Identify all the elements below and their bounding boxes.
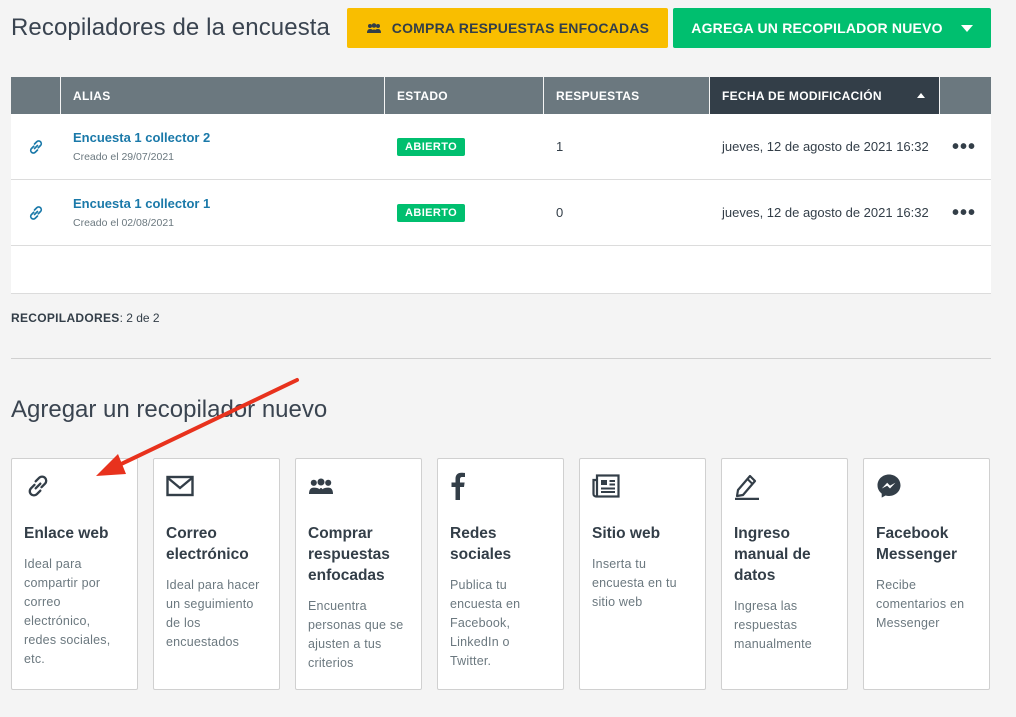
add-button-label: AGREGA UN RECOPILADOR NUEVO xyxy=(691,20,943,36)
card-description: Inserta tu encuesta en tu sitio web xyxy=(592,557,677,609)
collector-alias-link[interactable]: Encuesta 1 collector 1 xyxy=(73,196,210,211)
add-collector-button[interactable]: AGREGA UN RECOPILADOR NUEVO xyxy=(673,8,991,48)
page-header: Recopiladores de la encuesta COMPRA RESP… xyxy=(11,8,991,48)
sort-ascending-icon xyxy=(917,93,925,98)
column-header-actions xyxy=(940,77,991,114)
response-count: 0 xyxy=(556,205,564,220)
table-row[interactable]: Encuesta 1 collector 1 Creado el 02/08/20… xyxy=(11,180,991,246)
card-title: Redes sociales xyxy=(450,525,512,563)
card-description: Recibe comentarios en Messenger xyxy=(876,578,965,630)
status-badge: ABIERTO xyxy=(397,203,466,222)
status-badge: ABIERTO xyxy=(397,137,466,156)
column-header-modified-label: FECHA DE MODIFICACIÓN xyxy=(722,88,882,103)
pencil-icon xyxy=(734,471,835,501)
people-icon xyxy=(308,471,409,501)
card-description: Ideal para hacer un seguimiento de los e… xyxy=(166,578,260,649)
more-options-icon[interactable]: ••• xyxy=(952,137,976,157)
divider xyxy=(11,358,991,359)
card-title: Facebook Messenger xyxy=(876,525,957,563)
column-header-alias[interactable]: ALIAS xyxy=(61,77,385,114)
buy-targeted-responses-button[interactable]: COMPRA RESPUESTAS ENFOCADAS xyxy=(347,8,668,48)
collector-count: RECOPILADORES: 2 de 2 xyxy=(11,311,160,325)
messenger-icon xyxy=(876,471,977,501)
envelope-icon xyxy=(166,471,267,501)
collector-created-date: Creado el 02/08/2021 xyxy=(73,217,174,229)
card-title: Enlace web xyxy=(24,525,109,542)
column-header-responses[interactable]: RESPUESTAS xyxy=(544,77,710,114)
card-website[interactable]: Sitio web Inserta tu encuesta en tu siti… xyxy=(579,458,706,690)
response-count: 1 xyxy=(556,139,564,154)
page-title: Recopiladores de la encuesta xyxy=(11,14,331,41)
column-header-modified[interactable]: FECHA DE MODIFICACIÓN xyxy=(710,77,940,114)
card-description: Ideal para compartir por correo electrón… xyxy=(24,557,111,666)
card-facebook-messenger[interactable]: Facebook Messenger Recibe comentarios en… xyxy=(863,458,990,690)
collector-count-label: RECOPILADORES xyxy=(11,311,120,325)
card-social-media[interactable]: Redes sociales Publica tu encuesta en Fa… xyxy=(437,458,564,690)
collector-type-cards: Enlace web Ideal para compartir por corr… xyxy=(11,458,991,690)
card-buy-responses[interactable]: Comprar respuestas enfocadas Encuentra p… xyxy=(295,458,422,690)
card-title: Sitio web xyxy=(592,525,661,542)
card-title: Comprar respuestas enfocadas xyxy=(308,525,390,584)
card-description: Ingresa las respuestas manualmente xyxy=(734,599,812,651)
collector-count-value: : 2 de 2 xyxy=(119,311,160,325)
people-icon xyxy=(366,23,381,33)
link-icon xyxy=(11,180,61,245)
table-empty-space xyxy=(11,246,991,294)
collectors-table: ALIAS ESTADO RESPUESTAS FECHA DE MODIFIC… xyxy=(11,77,991,294)
card-manual-entry[interactable]: Ingreso manual de datos Ingresa las resp… xyxy=(721,458,848,690)
collector-alias-link[interactable]: Encuesta 1 collector 2 xyxy=(73,130,210,145)
card-title: Ingreso manual de datos xyxy=(734,525,811,584)
card-description: Encuentra personas que se ajusten a tus … xyxy=(308,599,404,670)
card-email[interactable]: Correo electrónico Ideal para hacer un s… xyxy=(153,458,280,690)
link-icon xyxy=(11,114,61,179)
chevron-down-icon[interactable] xyxy=(960,24,973,32)
card-web-link[interactable]: Enlace web Ideal para compartir por corr… xyxy=(11,458,138,690)
column-header-icon xyxy=(11,77,61,114)
buy-button-label: COMPRA RESPUESTAS ENFOCADAS xyxy=(391,20,650,36)
column-header-status[interactable]: ESTADO xyxy=(385,77,544,114)
modified-date: jueves, 12 de agosto de 2021 16:32 xyxy=(722,205,929,220)
add-collector-heading: Agregar un recopilador nuevo xyxy=(11,396,328,423)
more-options-icon[interactable]: ••• xyxy=(952,203,976,223)
link-icon xyxy=(24,471,125,501)
table-header: ALIAS ESTADO RESPUESTAS FECHA DE MODIFIC… xyxy=(11,77,991,114)
card-title: Correo electrónico xyxy=(166,525,249,563)
facebook-icon xyxy=(450,471,551,501)
card-description: Publica tu encuesta en Facebook, LinkedI… xyxy=(450,578,521,668)
modified-date: jueves, 12 de agosto de 2021 16:32 xyxy=(722,139,929,154)
table-row[interactable]: Encuesta 1 collector 2 Creado el 29/07/20… xyxy=(11,114,991,180)
collector-created-date: Creado el 29/07/2021 xyxy=(73,151,174,163)
newspaper-icon xyxy=(592,471,693,501)
